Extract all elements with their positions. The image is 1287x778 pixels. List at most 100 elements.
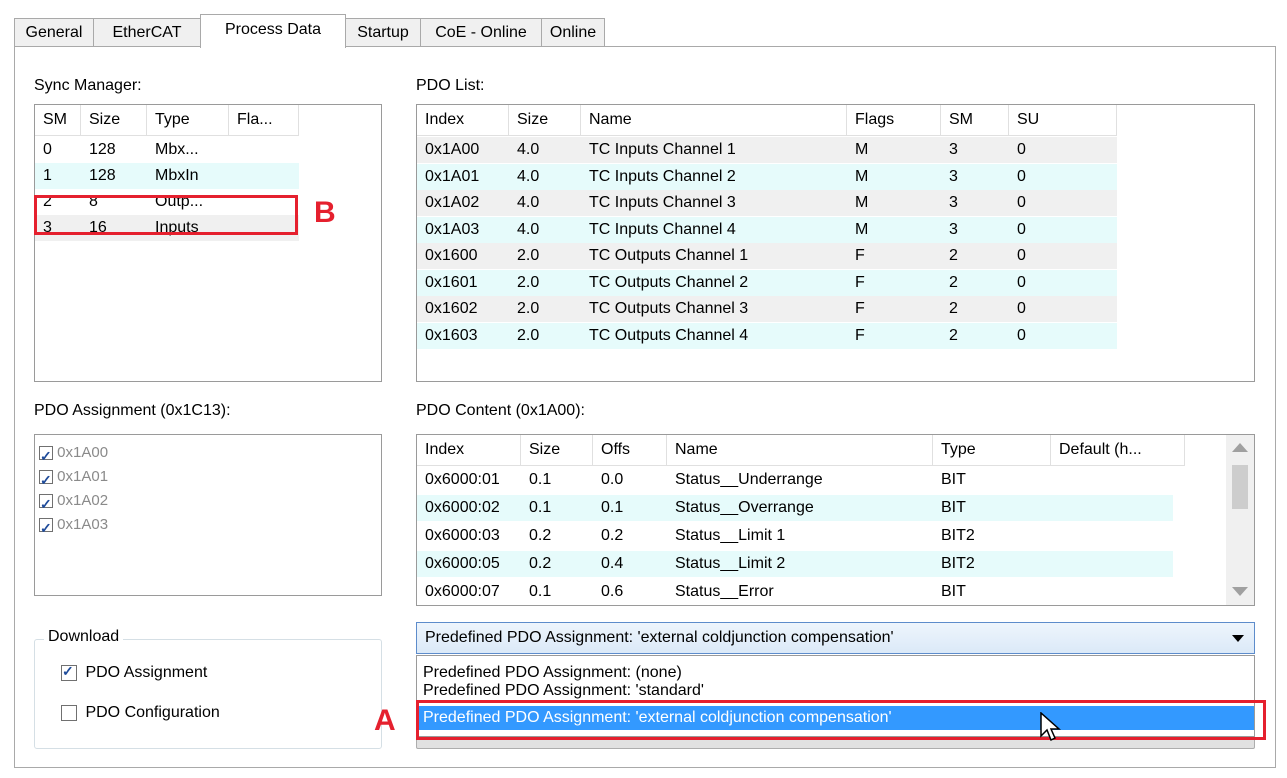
table-row[interactable]: 0x1A02 4.0 TC Inputs Channel 3 M 3 0 [417,190,1117,216]
cell-size: 0.2 [529,527,552,544]
cell-name: Status__Underrange [675,471,823,488]
table-row[interactable]: 0x1A03 4.0 TC Inputs Channel 4 M 3 0 [417,216,1117,243]
cell-su: 0 [1017,141,1026,158]
cell-name: Status__Overrange [675,499,814,516]
pdo-content-label: PDO Content (0x1A00): [416,402,585,419]
scroll-thumb[interactable] [1232,465,1248,509]
tab-startup[interactable]: Startup [345,18,421,46]
cell-flags: M [855,194,869,211]
column-header-size[interactable]: Size [509,105,581,135]
list-item-label: 0x1A03 [57,516,109,533]
table-row[interactable]: 0x6000:02 0.1 0.1 Status__Overrange BIT [417,495,1173,521]
table-row[interactable]: 0x1601 2.0 TC Outputs Channel 2 F 2 0 [417,269,1117,296]
cell-index: 0x1602 [425,300,478,317]
cell-size: 0.2 [529,555,552,572]
cell-sm: 2 [949,326,958,344]
annotation-label-a: A [374,704,396,737]
pdo-assignment-items: 0x1A00 0x1A01 0x1A02 0x1A03 [39,441,109,540]
pdo-assignment-list[interactable]: 0x1A00 0x1A01 0x1A02 0x1A03 [34,434,382,596]
table-row[interactable]: 0x1600 2.0 TC Outputs Channel 1 F 2 0 [417,243,1117,269]
pdo-configuration-checkbox-row[interactable]: PDO Configuration [61,704,220,722]
table-row[interactable]: 0x1A01 4.0 TC Inputs Channel 2 M 3 0 [417,163,1117,190]
tab-process-data[interactable]: Process Data [200,14,346,48]
tab-ethercat[interactable]: EtherCAT [93,18,201,46]
vertical-scrollbar[interactable] [1226,435,1254,605]
table-row[interactable]: 0x1A00 4.0 TC Inputs Channel 1 M 3 0 [417,137,1117,163]
checkbox-icon[interactable] [39,492,53,516]
column-header-sm[interactable]: SM [941,105,1009,135]
cell-name: Status__Error [675,583,774,600]
cell-sm: 3 [949,220,958,238]
tab-online[interactable]: Online [541,18,605,46]
cell-name: TC Outputs Channel 2 [589,273,749,291]
column-header-default[interactable]: Default (h... [1051,435,1185,465]
cell-size: 4.0 [517,220,540,238]
checkbox-icon[interactable] [39,468,53,492]
column-header-index[interactable]: Index [417,435,521,465]
cell-flags: F [855,326,865,344]
tab-general[interactable]: General [14,18,94,46]
table-row[interactable]: 0x6000:03 0.2 0.2 Status__Limit 1 BIT2 [417,523,1173,549]
list-item[interactable]: 0x1A02 [39,489,109,516]
chevron-down-icon [1232,635,1244,642]
table-row[interactable]: 0x1603 2.0 TC Outputs Channel 4 F 2 0 [417,322,1117,349]
column-header-type[interactable]: Type [933,435,1051,465]
cell-default [1051,523,1059,549]
scroll-down-icon[interactable] [1232,587,1248,596]
cell-size: 4.0 [517,167,540,185]
cell-name: Status__Limit 1 [675,527,786,544]
table-row[interactable]: 0x6000:05 0.2 0.4 Status__Limit 2 BIT2 [417,551,1173,577]
column-header-flags[interactable]: Flags [847,105,941,135]
column-header-sm[interactable]: SM [35,105,81,135]
cell-flags: M [855,167,869,185]
pdo-assignment-checkbox-row[interactable]: PDO Assignment [61,663,207,682]
cell-size: 4.0 [517,141,540,158]
cell-size: 128 [89,167,116,184]
pdo-list-label: PDO List: [416,77,485,94]
list-item[interactable]: 0x1A03 [39,513,109,540]
list-item[interactable]: 0x1A01 [39,465,108,492]
cell-sm: 2 [949,273,958,291]
cell-name: TC Inputs Channel 1 [589,141,736,158]
column-header-name[interactable]: Name [667,435,933,465]
column-header-offs[interactable]: Offs [593,435,667,465]
table-row[interactable]: 1 128 MbxIn [35,163,299,189]
cell-index: 0x6000:05 [425,555,500,572]
checkbox-icon[interactable] [61,705,77,721]
tab-coe-online[interactable]: CoE - Online [420,18,542,46]
cell-type: Mbx... [155,141,199,158]
cell-name: TC Outputs Channel 4 [589,326,749,344]
column-header-index[interactable]: Index [417,105,509,135]
cell-su: 0 [1017,194,1026,211]
column-header-su[interactable]: SU [1009,105,1117,135]
table-row[interactable]: 0 128 Mbx... [35,137,299,163]
list-item[interactable]: 0x1A00 [39,441,109,468]
list-item-label: 0x1A00 [57,444,109,461]
column-header-size[interactable]: Size [521,435,593,465]
annotation-label-b: B [314,196,336,229]
table-row[interactable]: 0x6000:01 0.1 0.0 Status__Underrange BIT [417,467,1173,493]
table-row[interactable]: 0x1602 2.0 TC Outputs Channel 3 F 2 0 [417,296,1117,322]
cell-su: 0 [1017,300,1026,317]
checkbox-icon[interactable] [39,444,53,468]
table-row[interactable]: 0x6000:07 0.1 0.6 Status__Error BIT [417,579,1173,605]
annotation-box-a [416,700,1266,740]
cell-su: 0 [1017,167,1026,185]
column-header-type[interactable]: Type [147,105,229,135]
dropdown-option[interactable]: Predefined PDO Assignment: 'standard' [417,680,1254,702]
pdo-content-list[interactable]: Index Size Offs Name Type Default (h... … [416,434,1255,606]
checkbox-icon[interactable] [39,516,53,540]
cell-offs: 0.1 [601,499,624,516]
checkbox-icon[interactable] [61,663,77,681]
list-item-label: 0x1A02 [57,492,109,509]
cell-type: BIT [941,583,966,600]
column-header-name[interactable]: Name [581,105,847,135]
cell-default [1051,551,1059,577]
sync-manager-list[interactable]: SM Size Type Fla... 0 128 Mbx... 1 128 M… [34,104,382,382]
column-header-size[interactable]: Size [81,105,147,135]
predefined-pdo-dropdown[interactable]: Predefined PDO Assignment: 'external col… [416,622,1255,654]
scroll-up-icon[interactable] [1232,443,1248,452]
cell-flags: F [855,247,865,264]
pdo-list[interactable]: Index Size Name Flags SM SU 0x1A00 4.0 TC … [416,104,1255,382]
column-header-flags[interactable]: Fla... [229,105,299,135]
